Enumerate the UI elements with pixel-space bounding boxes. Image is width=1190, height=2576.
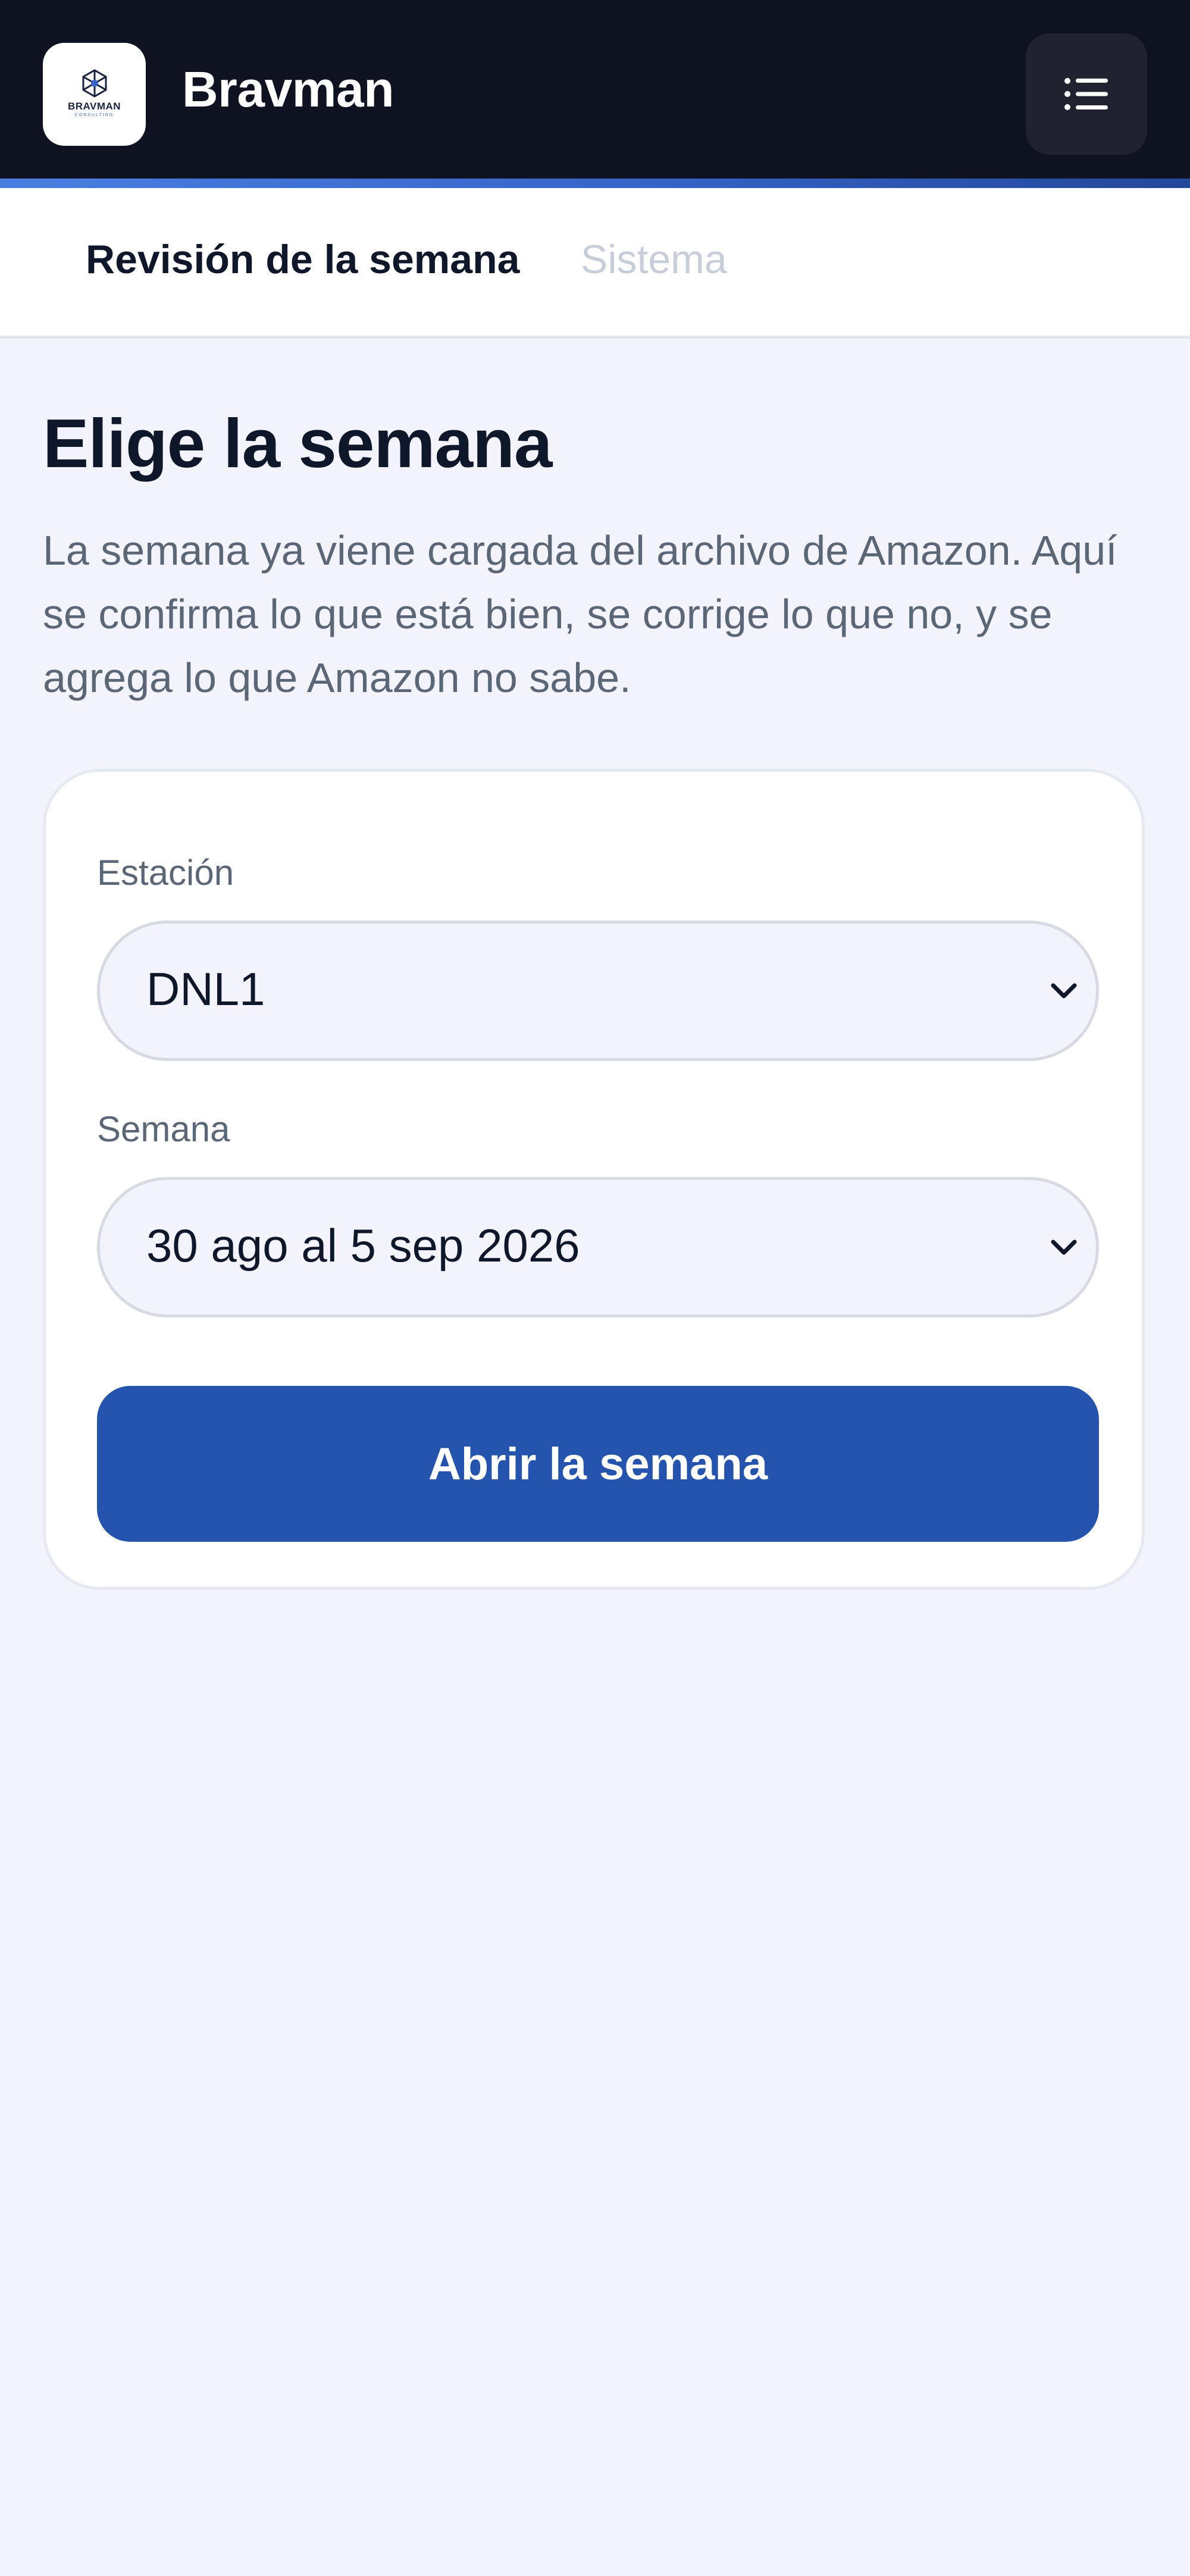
menu-button[interactable]: [1026, 33, 1147, 155]
open-week-button[interactable]: Abrir la semana: [97, 1386, 1099, 1542]
app-header: BRAVMAN CONSULTING Bravman: [0, 0, 1190, 179]
week-select-value: 30 ago al 5 sep 2026: [146, 1219, 580, 1272]
logo-wordmark: BRAVMAN: [67, 101, 121, 112]
page-intro: La semana ya viene cargada del archivo d…: [43, 527, 1117, 701]
logo: BRAVMAN CONSULTING: [43, 43, 146, 146]
week-select[interactable]: 30 ago al 5 sep 2026: [97, 1177, 1099, 1317]
chevron-down-icon: [1051, 1240, 1077, 1255]
chevron-down-icon: [1051, 983, 1077, 999]
tab-weekly-review[interactable]: Revisión de la semana: [86, 236, 519, 284]
week-selection-card: Estación DNL1 Semana 30 ago al 5 sep 202…: [43, 769, 1145, 1590]
tab-system[interactable]: Sistema: [581, 236, 727, 284]
tab-bar: Revisión de la semana Sistema: [0, 188, 1190, 339]
menu-list-icon: [1064, 78, 1108, 110]
logo-subtext: CONSULTING: [74, 113, 114, 117]
header-accent-bar: [0, 179, 1190, 188]
brand-name: Bravman: [182, 61, 394, 117]
station-select[interactable]: DNL1: [97, 921, 1099, 1061]
page-title: Elige la semana: [43, 405, 552, 482]
logo-mark-icon: [82, 69, 107, 98]
station-select-value: DNL1: [146, 963, 265, 1015]
week-label: Semana: [97, 1109, 230, 1149]
station-label: Estación: [97, 853, 234, 893]
